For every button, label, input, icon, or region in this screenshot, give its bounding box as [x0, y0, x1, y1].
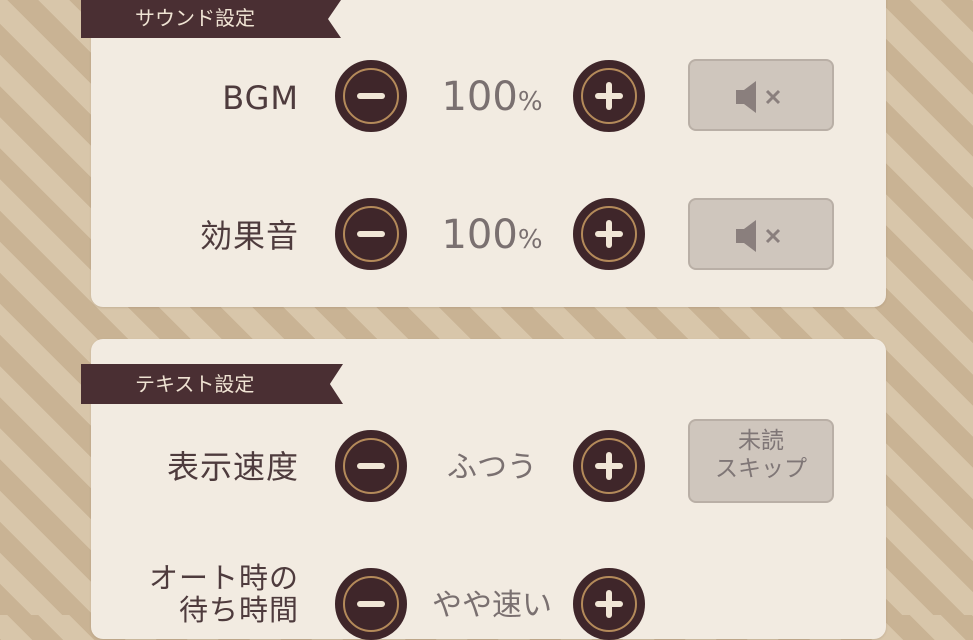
- se-increase-button[interactable]: [573, 198, 645, 270]
- display-speed-value: ふつう: [447, 450, 537, 485]
- se-volume-unit: %: [517, 225, 543, 255]
- auto-wait-decrease-button[interactable]: [335, 568, 407, 640]
- auto-wait-value: やや速い: [432, 588, 552, 623]
- bgm-increase-button[interactable]: [573, 60, 645, 132]
- sound-settings-header: サウンド設定: [81, 0, 341, 38]
- speaker-mute-icon: [736, 81, 781, 113]
- se-volume-number: 100: [441, 212, 518, 258]
- text-settings-header: テキスト設定: [81, 364, 343, 404]
- minus-icon: [357, 231, 385, 237]
- minus-icon: [357, 93, 385, 99]
- minus-icon: [357, 601, 385, 607]
- skip-unread-button[interactable]: 未読 スキップ: [688, 419, 834, 503]
- display-speed-decrease-button[interactable]: [335, 430, 407, 502]
- bgm-decrease-button[interactable]: [335, 60, 407, 132]
- speaker-mute-icon: [736, 220, 781, 252]
- bgm-volume-number: 100: [441, 74, 518, 120]
- se-decrease-button[interactable]: [335, 198, 407, 270]
- bgm-volume-unit: %: [517, 87, 543, 117]
- se-volume-value: 100%: [407, 213, 577, 262]
- auto-wait-increase-button[interactable]: [573, 568, 645, 640]
- display-speed-increase-button[interactable]: [573, 430, 645, 502]
- se-label: 効果音: [199, 217, 299, 255]
- se-mute-button[interactable]: [688, 198, 834, 270]
- bgm-volume-value: 100%: [407, 75, 577, 124]
- auto-wait-label: オート時の 待ち時間: [148, 561, 299, 627]
- bgm-label: BGM: [222, 79, 299, 117]
- display-speed-label: 表示速度: [166, 448, 299, 486]
- minus-icon: [357, 463, 385, 469]
- bgm-mute-button[interactable]: [688, 59, 834, 131]
- skip-unread-label: 未読 スキップ: [715, 428, 807, 482]
